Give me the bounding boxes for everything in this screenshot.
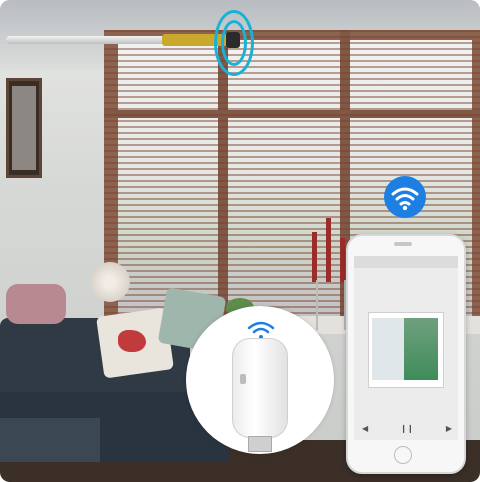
hub-indicator	[240, 374, 246, 384]
candelabra	[316, 280, 346, 330]
app-card-image	[372, 318, 404, 380]
cushion-pattern	[118, 330, 146, 352]
next-icon: ▶	[445, 424, 452, 433]
app-card-image	[404, 318, 438, 380]
throw-blanket	[6, 284, 66, 324]
sofa-arm	[0, 418, 100, 462]
signal-wave-icon	[221, 20, 247, 66]
wifi-badge	[384, 176, 426, 218]
app-control-row: ◀ ❙❙ ▶	[362, 424, 452, 436]
phone-home-button	[394, 446, 412, 464]
phone-speaker	[394, 242, 412, 246]
pause-icon: ❙❙	[400, 424, 414, 433]
wifi-icon	[391, 187, 419, 211]
usb-connector	[248, 436, 272, 452]
previous-icon: ◀	[362, 424, 369, 433]
candle	[326, 218, 331, 282]
product-photo-scene: ◀ ❙❙ ▶	[0, 0, 480, 482]
candle	[340, 238, 345, 282]
table-lamp	[90, 262, 130, 302]
usb-wifi-hub	[232, 338, 288, 438]
wall-picture	[12, 86, 36, 170]
candle	[312, 232, 317, 282]
phone-app-header	[354, 256, 458, 268]
